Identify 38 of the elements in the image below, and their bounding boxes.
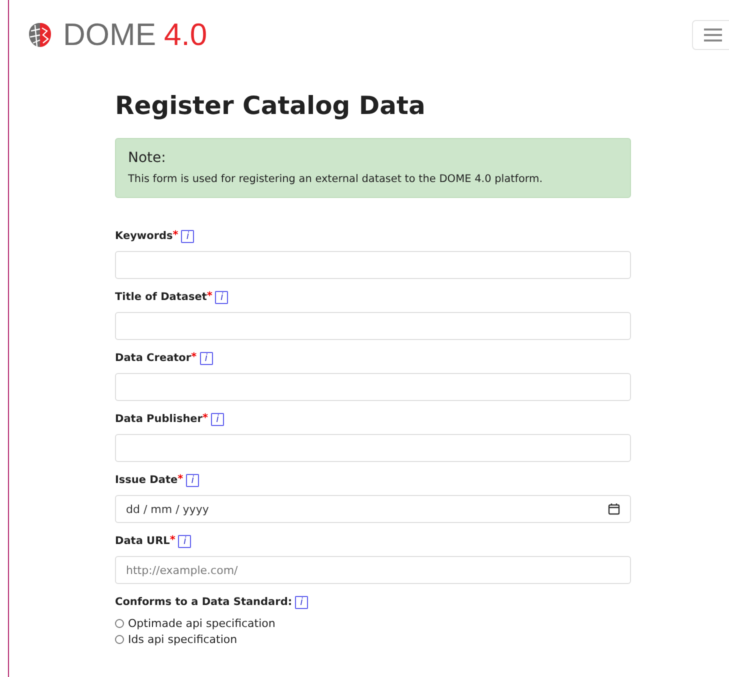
info-icon[interactable]: i [181,230,194,242]
info-icon[interactable]: i [178,534,192,548]
menu-icon [704,28,722,42]
brand-version: 4.0 [164,17,208,53]
text-field[interactable] [115,434,631,462]
required-mark: * [206,290,212,302]
date-field[interactable]: dd / mm / yyyy [115,495,631,523]
field-label: Data Publisher [115,413,202,425]
required-mark: * [191,351,197,363]
info-icon[interactable]: i [295,596,308,608]
info-icon[interactable]: i [215,290,228,304]
field-label: Data URL [115,535,170,547]
text-field[interactable]: http://example.com/ [115,556,631,584]
calendar-icon [608,503,620,515]
field-label: Keywords [115,230,173,242]
menu-button[interactable] [692,20,729,50]
page-title: Register Catalog Data [115,91,426,121]
info-icon[interactable]: i [210,412,224,426]
required-mark: * [178,473,184,485]
required-mark: * [172,229,178,241]
brand-name: DOME [63,17,156,53]
field-label: Data Creator [115,352,192,364]
info-icon[interactable]: i [200,352,213,364]
required-mark: * [170,534,176,546]
note-heading: Note: [128,150,167,166]
text-field[interactable] [115,312,631,340]
radio-label: Optimade api specification [128,617,276,630]
text-field[interactable] [115,373,631,401]
field-label: Title of Dataset [115,291,207,303]
radio-button[interactable] [115,619,124,628]
required-mark: * [202,412,208,424]
radio-button[interactable] [115,635,124,644]
text-field[interactable] [115,251,631,279]
field-label: Issue Date [115,474,178,486]
note-text: This form is used for registering an external dataset to the DOME 4.0 platform. [128,173,544,185]
info-icon[interactable]: i [186,474,200,486]
field-label: Conforms to a Data Standard: [115,596,292,608]
radio-label: Ids api specification [128,633,238,646]
